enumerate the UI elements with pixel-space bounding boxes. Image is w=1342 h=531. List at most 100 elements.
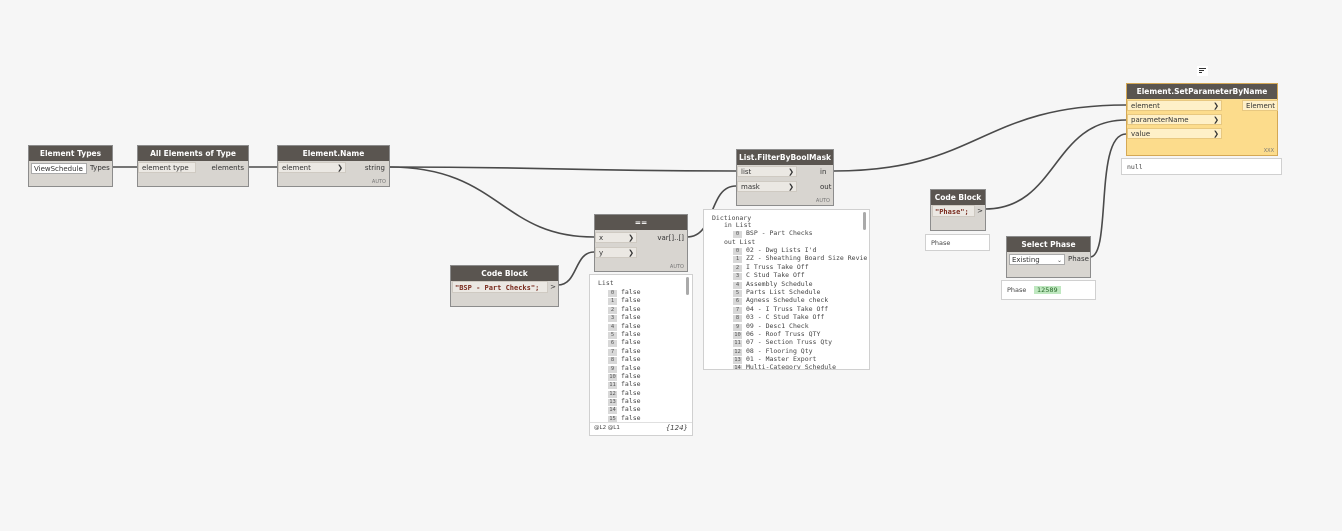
filter-by-bool-mask-node[interactable]: List.FilterByBoolMask list ❯ mask ❯ in o… — [736, 149, 834, 206]
list-item: 3C Stud Take Off — [733, 271, 867, 281]
list-item: 12 false — [608, 389, 641, 398]
input-port-mask[interactable]: mask ❯ — [737, 181, 797, 192]
list-value: 06 - Roof Truss QTY — [746, 329, 821, 338]
chevron-down-icon: ⌄ — [1056, 257, 1062, 264]
list-value: I Truss Take Off — [746, 262, 809, 271]
set-parameter-preview: null — [1121, 158, 1282, 175]
element-types-node[interactable]: Element Types ViewSchedule ⌄ Types — [28, 145, 113, 187]
output-port-phase[interactable]: Phase — [1068, 254, 1089, 265]
list-count: {124} — [665, 424, 688, 432]
input-port-list[interactable]: list ❯ — [737, 166, 797, 177]
node-title: Code Block — [451, 266, 558, 281]
list-value: false — [621, 413, 641, 422]
code-block-bsp-node[interactable]: Code Block "BSP - Part Checks"; > — [450, 265, 559, 307]
code-input[interactable]: "BSP - Part Checks"; — [452, 281, 548, 293]
list-item: 3 false — [608, 313, 641, 323]
list-value: BSP - Part Checks — [746, 229, 813, 237]
lacing-indicator: XXX — [1263, 148, 1274, 154]
node-title: Element.Name — [278, 146, 389, 161]
output-port-types[interactable]: Types — [90, 163, 110, 174]
node-title: Element Types — [29, 146, 112, 161]
list-item: 4 false — [608, 321, 641, 331]
node-title: == — [595, 215, 687, 230]
node-title: Element.SetParameterByName — [1127, 84, 1277, 99]
port-label: y — [599, 249, 604, 257]
output-port[interactable]: > — [550, 282, 556, 293]
list-value: false — [621, 346, 641, 355]
list-value: false — [621, 371, 641, 380]
node-title: Code Block — [931, 190, 985, 205]
node-title: Select Phase — [1007, 237, 1090, 252]
all-elements-of-type-node[interactable]: All Elements of Type element type elemen… — [137, 145, 249, 187]
input-port-parameter-name[interactable]: parameterName ❯ — [1127, 114, 1222, 125]
code-input[interactable]: "Phase"; — [932, 205, 975, 217]
output-port[interactable]: > — [977, 206, 983, 217]
list-item: 11 07 - Section Truss Qty — [733, 338, 867, 348]
phase-dropdown[interactable]: Existing ⌄ — [1009, 254, 1065, 265]
output-port-var[interactable]: var[]..[] — [657, 233, 684, 244]
list-item: 14 false — [608, 405, 641, 415]
list-item: 10 06 - Roof Truss QTY — [733, 329, 867, 339]
list-item: 0 BSP - Part Checks — [733, 229, 813, 238]
port-label: x — [599, 234, 604, 242]
list-value: false — [621, 338, 641, 347]
list-item: 14 Multi-Category Schedule — [733, 363, 867, 369]
list-value: 02 - Dwg Lists I'd — [746, 246, 817, 254]
phase-id-badge: 12589 — [1034, 286, 1061, 294]
output-port-element[interactable]: Element — [1242, 100, 1278, 111]
scrollbar[interactable] — [686, 277, 689, 295]
chevron-right-icon: ❯ — [1213, 116, 1219, 124]
output-port-string[interactable]: string — [365, 163, 385, 174]
list-value: 09 - Desc1 Check — [746, 321, 809, 330]
list-value: Agness Schedule check — [746, 296, 829, 305]
chevron-right-icon: ❯ — [628, 249, 634, 257]
list-levels: @L2 @L1 — [594, 425, 620, 431]
list-item: 5 Parts List Schedule — [733, 288, 867, 297]
wire-string-to-x — [388, 166, 595, 238]
output-port-in[interactable]: in — [820, 167, 826, 178]
list-value: 03 - C Stud Take Off — [746, 313, 825, 322]
scrollbar[interactable] — [863, 212, 866, 230]
wire-selectphase-to-value — [1089, 133, 1127, 258]
input-port-y[interactable]: y ❯ — [595, 247, 637, 258]
lacing-indicator: AUTO — [815, 198, 830, 204]
port-label: mask — [741, 183, 760, 191]
list-item: 6 false — [608, 338, 641, 348]
output-port-elements[interactable]: elements — [211, 163, 244, 174]
list-value: false — [621, 321, 641, 330]
input-port-element[interactable]: element ❯ — [278, 162, 346, 173]
input-port-value[interactable]: value ❯ — [1127, 128, 1222, 139]
chevron-right-icon: ❯ — [628, 234, 634, 242]
chevron-right-icon: ❯ — [788, 168, 794, 176]
chevron-right-icon: ❯ — [337, 164, 343, 172]
list-value: false — [621, 304, 641, 313]
input-port-element[interactable]: element ❯ — [1127, 100, 1222, 111]
port-label: element type — [142, 164, 189, 172]
preview-list: 0 false 1 false 2 false 3 false 4 false 5 false 6 fal… — [608, 288, 641, 423]
list-value: false — [621, 363, 641, 372]
equals-preview[interactable]: List 0 false 1 false 2 false 3 false 4 false 5 fals… — [589, 274, 693, 436]
dropdown-value: ViewSchedule — [34, 165, 83, 173]
element-name-node[interactable]: Element.Name element ❯ string AUTO — [277, 145, 390, 187]
node-title: List.FilterByBoolMask — [737, 150, 833, 165]
code-block-phase-node[interactable]: Code Block "Phase"; > — [930, 189, 986, 231]
preview-in-list: 0 BSP - Part Checks — [733, 229, 813, 238]
list-item: 4 Assembly Schedule — [733, 280, 867, 289]
filter-preview[interactable]: Dictionary in List 0 BSP - Part Checks ou… — [703, 209, 870, 370]
chevron-right-icon: ❯ — [1213, 130, 1219, 138]
set-parameter-by-name-node[interactable]: Element.SetParameterByName element ❯ par… — [1126, 83, 1278, 156]
dropdown-value: Existing — [1012, 256, 1040, 264]
list-item: 9 09 - Desc1 Check — [733, 321, 867, 331]
element-type-dropdown[interactable]: ViewSchedule ⌄ — [31, 163, 87, 174]
equals-node[interactable]: == x ❯ y ❯ var[]..[] AUTO — [594, 214, 688, 272]
list-value: 01 - Master Export — [746, 355, 817, 364]
input-port-element-type[interactable]: element type — [138, 162, 196, 173]
list-item: 6 Agness Schedule check — [733, 296, 867, 306]
wire-string-to-list — [388, 166, 737, 172]
list-item: 5 false — [608, 330, 641, 339]
select-phase-node[interactable]: Select Phase Existing ⌄ Phase — [1006, 236, 1091, 278]
input-port-x[interactable]: x ❯ — [595, 232, 637, 243]
port-label: element — [1131, 102, 1160, 110]
output-port-out[interactable]: out — [820, 182, 831, 193]
note-icon[interactable] — [1197, 66, 1208, 76]
